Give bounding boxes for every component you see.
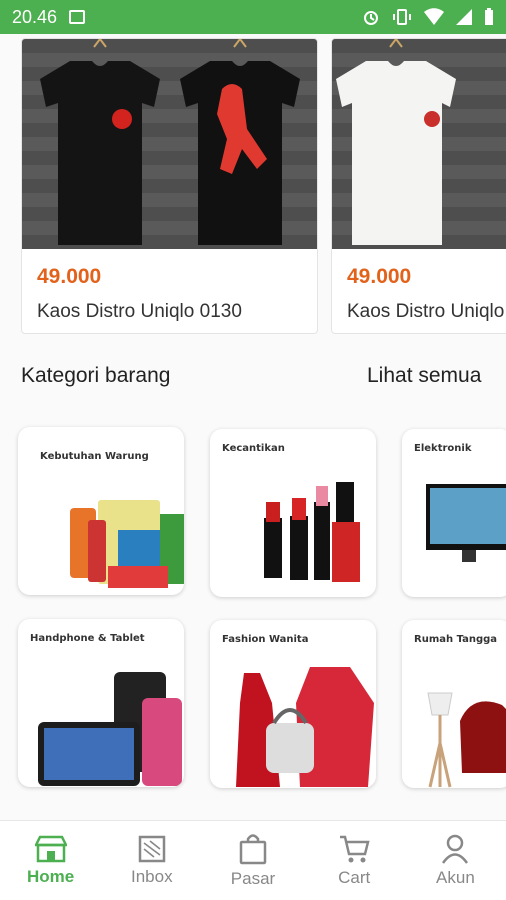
status-time: 20.46: [12, 6, 58, 27]
user-icon: [442, 834, 469, 864]
furniture-image: [427, 692, 506, 788]
category-tile-handphone-tablet[interactable]: Handphone & Tablet: [18, 619, 184, 787]
nav-inbox-label: Inbox: [131, 866, 173, 886]
category-section-title: Kategori barang: [21, 364, 171, 387]
cosmetics-image: [264, 482, 360, 582]
phone-tablet-image: [38, 672, 182, 786]
nav-cart[interactable]: Cart: [304, 821, 405, 900]
vibrate-icon: [393, 9, 411, 25]
shopping-bag-icon: [239, 833, 267, 864]
category-label: Kebutuhan Warung: [40, 451, 149, 462]
category-label: Handphone & Tablet: [30, 633, 145, 644]
category-label: Elektronik: [414, 443, 472, 454]
nav-pasar[interactable]: Pasar: [202, 821, 303, 900]
product-carousel[interactable]: 49.000 Kaos Distro Uniqlo 0130 49.000 Ka…: [0, 34, 506, 334]
see-all-link[interactable]: Lihat semua: [367, 364, 481, 388]
groceries-image: [70, 500, 184, 588]
fashion-image: [236, 667, 374, 787]
category-label: Fashion Wanita: [222, 634, 309, 645]
product-name: Kaos Distro Uniqlo: [347, 301, 505, 322]
product-price: 49.000: [37, 265, 102, 288]
nav-akun[interactable]: Akun: [405, 821, 506, 900]
product-card[interactable]: 49.000 Kaos Distro Uniqlo 0130: [21, 38, 318, 334]
store-icon: [34, 835, 67, 862]
category-tile-fashion-wanita[interactable]: Fashion Wanita: [210, 620, 376, 788]
status-icons: [362, 8, 494, 26]
category-label: Rumah Tangga: [414, 634, 498, 645]
inbox-icon: [138, 835, 166, 862]
product-card[interactable]: 49.000 Kaos Distro Uniqlo: [331, 38, 506, 334]
category-tile-rumah-tangga[interactable]: Rumah Tangga: [402, 620, 506, 788]
wifi-icon: [424, 8, 444, 25]
nav-pasar-label: Pasar: [230, 868, 276, 888]
gallery-notification-icon: [69, 10, 86, 24]
product-price: 49.000: [347, 265, 412, 288]
television-image: [426, 484, 506, 562]
nav-home-label: Home: [26, 866, 75, 886]
nav-cart-label: Cart: [338, 867, 371, 887]
category-tile-kecantikan[interactable]: Kecantikan: [210, 429, 376, 597]
category-tile-elektronik[interactable]: Elektronik: [402, 429, 506, 597]
alarm-icon: [364, 11, 378, 25]
cart-icon: [340, 835, 370, 862]
nav-akun-label: Akun: [436, 867, 475, 887]
nav-home[interactable]: Home: [0, 821, 101, 900]
status-bar: 20.46: [0, 0, 506, 34]
bottom-navigation: Home Inbox Pasar Cart Akun: [0, 820, 506, 900]
category-label: Kecantikan: [222, 443, 285, 454]
nav-inbox[interactable]: Inbox: [101, 821, 202, 900]
category-tile-kebutuhan-warung[interactable]: Kebutuhan Warung: [18, 427, 184, 595]
battery-icon: [485, 8, 493, 25]
product-name: Kaos Distro Uniqlo 0130: [37, 301, 242, 322]
product-image: [332, 39, 506, 249]
product-image: [22, 39, 317, 249]
signal-icon: [456, 9, 472, 25]
